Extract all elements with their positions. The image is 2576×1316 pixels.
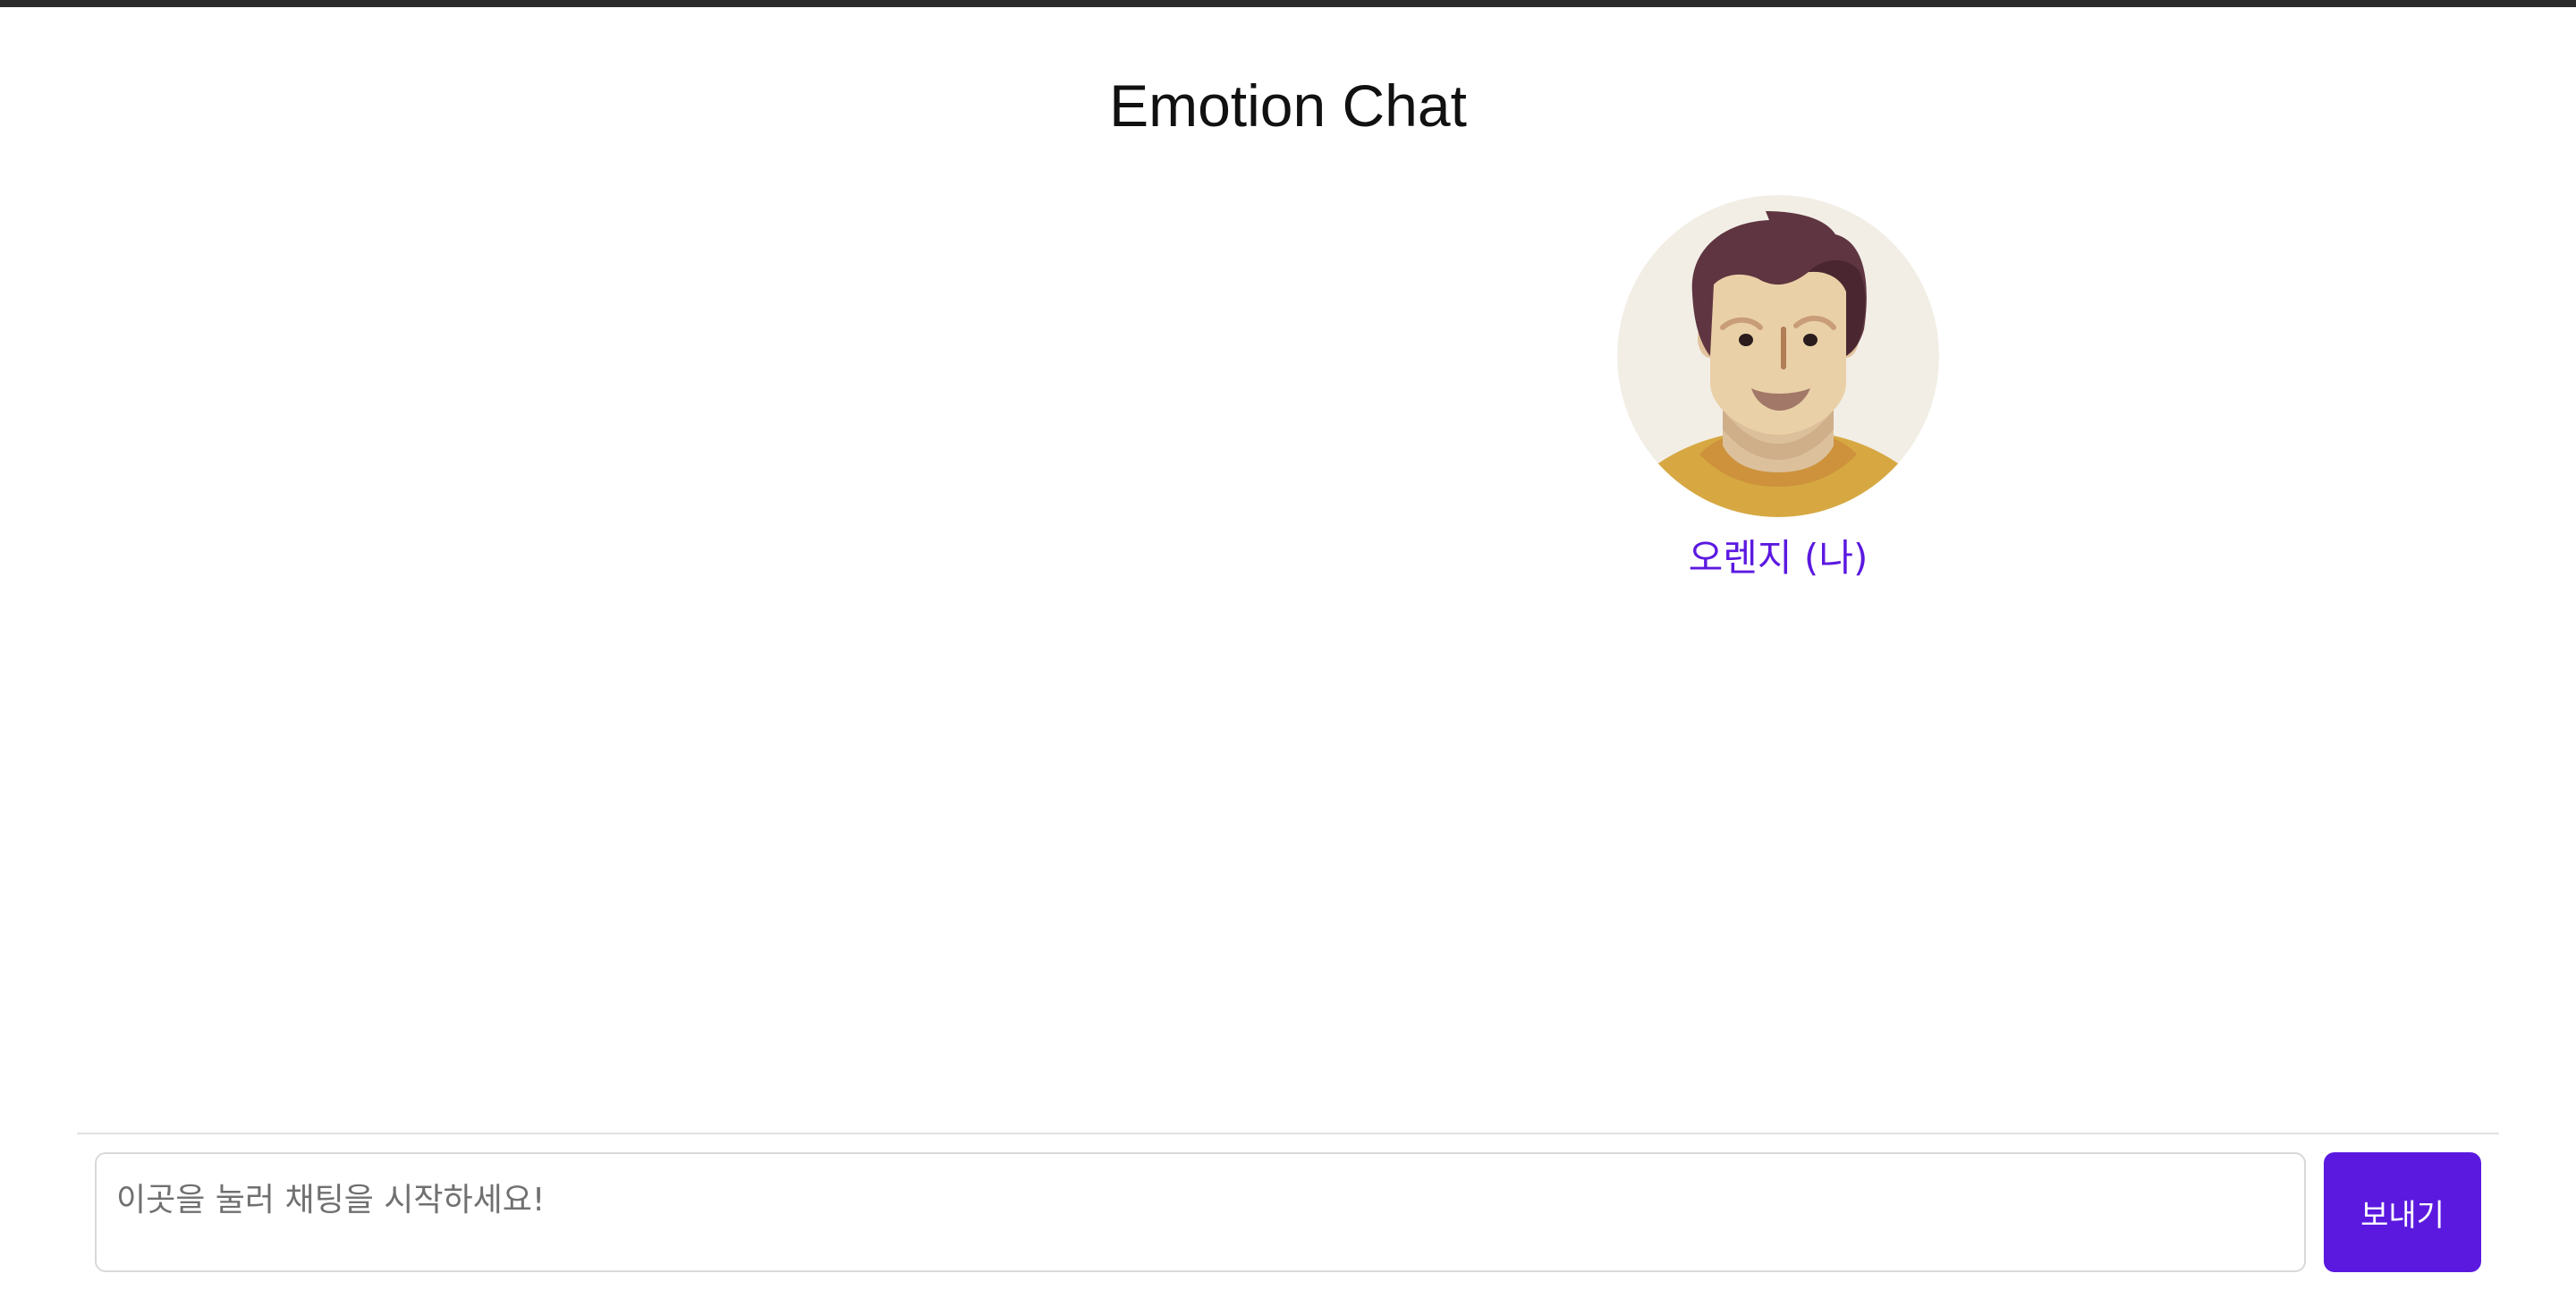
composer-divider [77, 1133, 2499, 1134]
page-title: Emotion Chat [1109, 72, 1467, 139]
participant-name: 오렌지 (나) [1688, 536, 1868, 580]
participant-card[interactable]: 오렌지 (나) [1617, 195, 1939, 583]
send-button[interactable]: 보내기 [2324, 1152, 2481, 1272]
window-top-bar [0, 0, 2576, 7]
man-avatar-icon [1617, 195, 1939, 517]
chat-message-input[interactable] [95, 1152, 2306, 1272]
